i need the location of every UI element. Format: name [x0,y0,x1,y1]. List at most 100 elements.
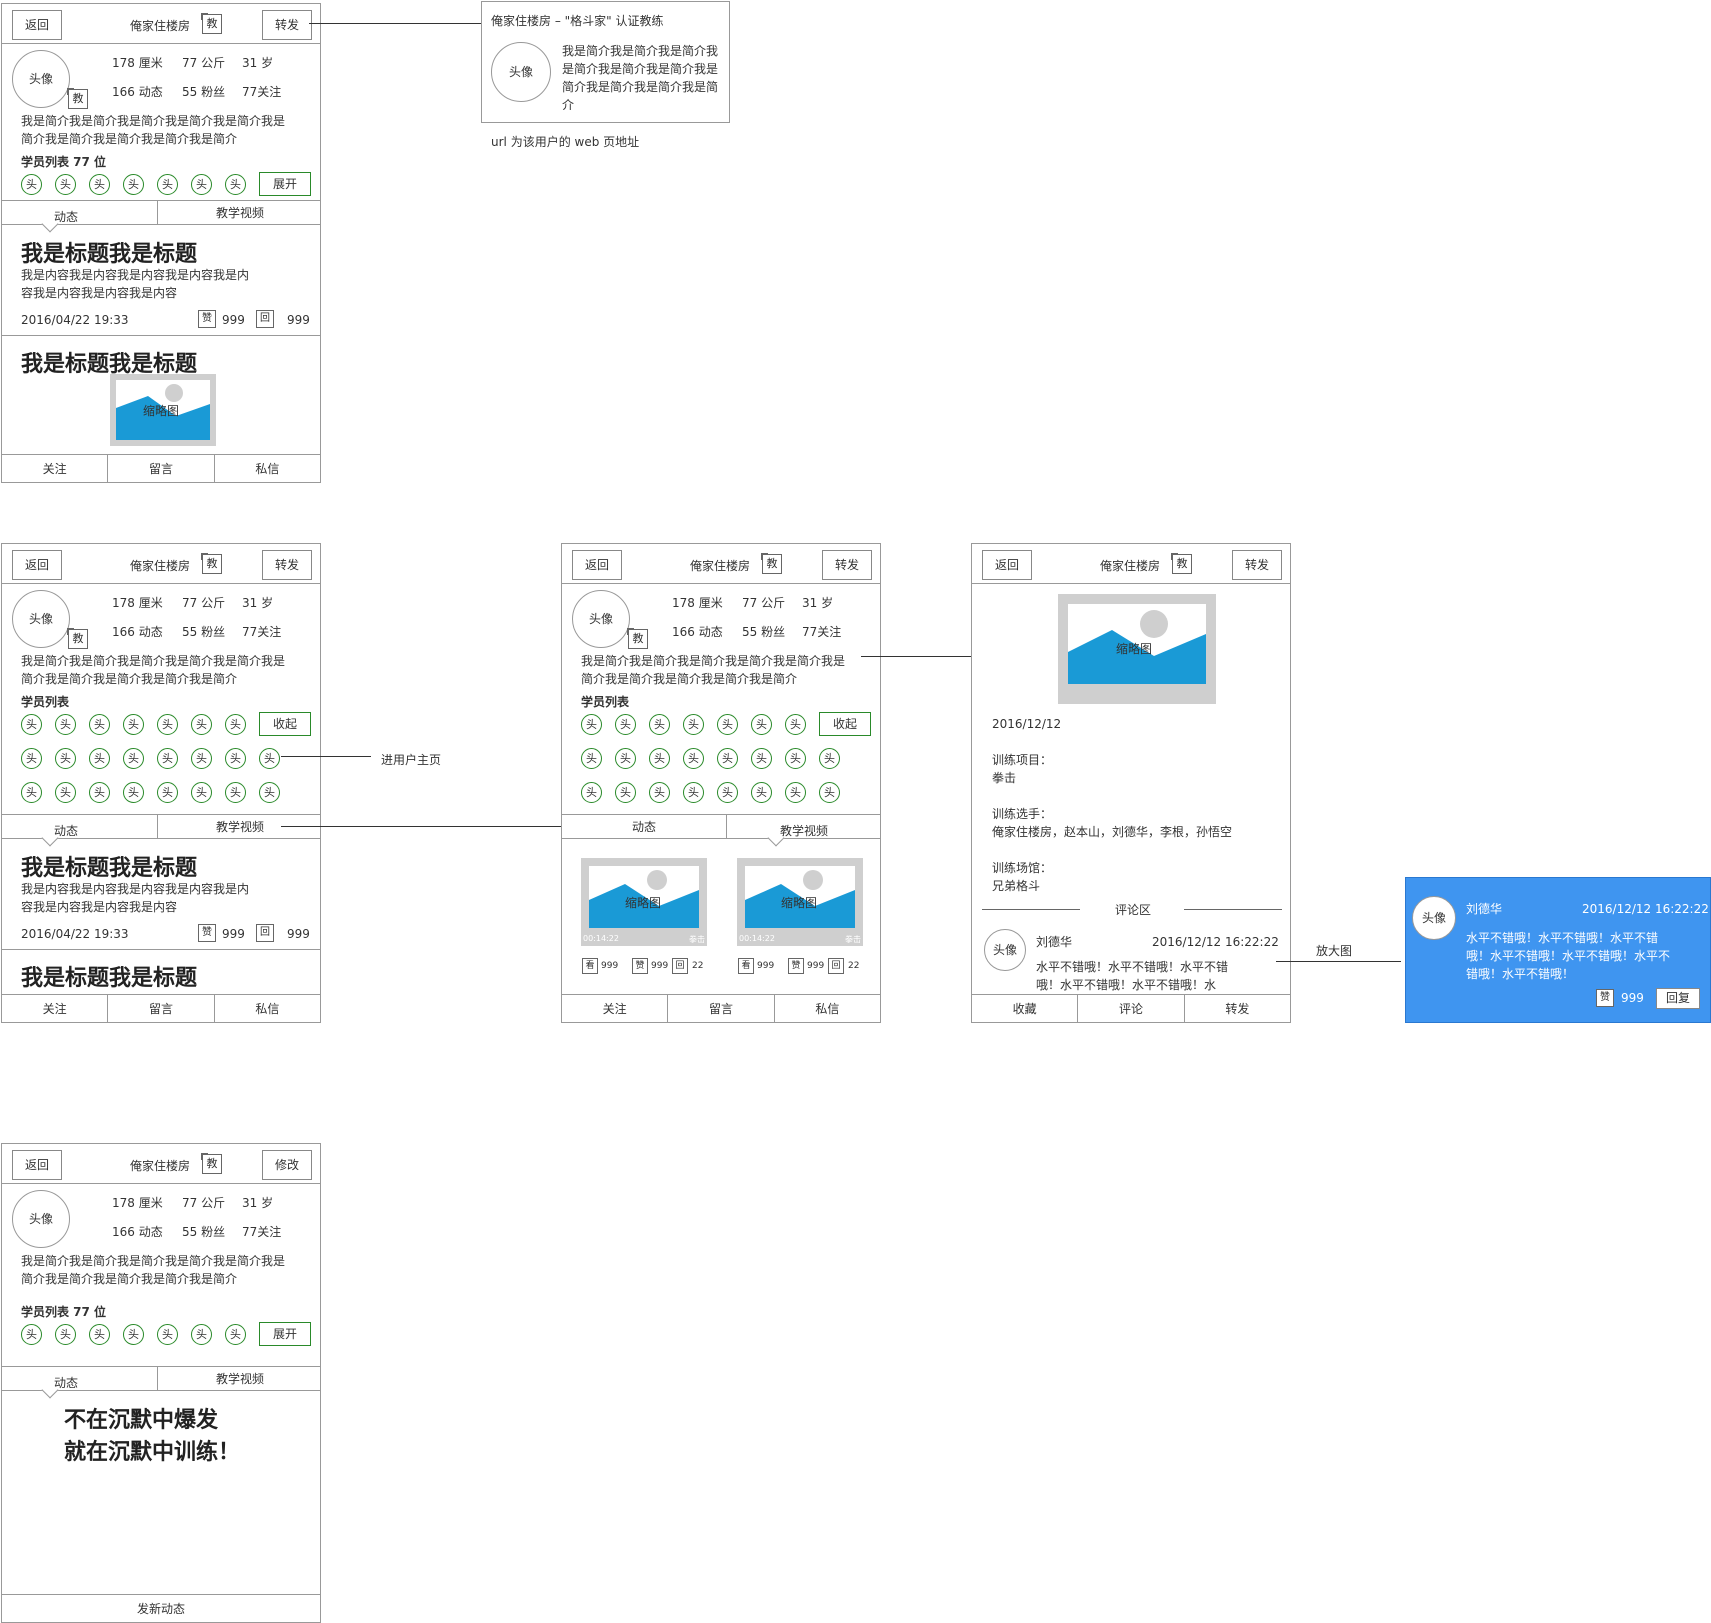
student-avatar[interactable]: 头 [89,1324,110,1345]
student-avatar[interactable]: 头 [259,782,280,803]
student-avatar[interactable]: 头 [785,748,806,769]
expand-button[interactable]: 展开 [259,1322,311,1346]
follows-stat[interactable]: 77关注 [242,1223,281,1241]
like-icon[interactable]: 赞 [788,958,804,974]
student-avatar[interactable]: 头 [55,748,76,769]
student-avatar[interactable]: 头 [157,782,178,803]
student-avatar[interactable]: 头 [615,714,636,735]
student-avatar[interactable]: 头 [191,714,212,735]
post-title[interactable]: 我是标题我是标题 [21,960,197,992]
student-avatar[interactable]: 头 [191,782,212,803]
forward-button[interactable]: 转发 [822,550,872,580]
student-avatar[interactable]: 头 [191,748,212,769]
student-avatar[interactable]: 头 [581,782,602,803]
expand-button[interactable]: 展开 [259,172,311,196]
student-avatar[interactable]: 头 [649,748,670,769]
student-avatar[interactable]: 头 [615,782,636,803]
student-avatar[interactable]: 头 [649,714,670,735]
student-avatar[interactable]: 头 [157,174,178,195]
student-avatar[interactable]: 头 [751,714,772,735]
student-avatar[interactable]: 头 [751,748,772,769]
message-button[interactable]: 留言 [108,995,215,1022]
private-message-button[interactable]: 私信 [215,995,320,1022]
follow-button[interactable]: 关注 [2,455,109,482]
reply-icon[interactable]: 回 [828,958,844,974]
like-icon[interactable]: 赞 [1596,989,1614,1007]
post-title[interactable]: 我是标题我是标题 [21,236,197,268]
student-avatar[interactable]: 头 [89,174,110,195]
student-avatar[interactable]: 头 [21,1324,42,1345]
student-avatar[interactable]: 头 [819,748,840,769]
student-avatar[interactable]: 头 [89,748,110,769]
message-button[interactable]: 留言 [668,995,775,1022]
collapse-button[interactable]: 收起 [819,712,871,736]
student-avatar[interactable]: 头 [157,748,178,769]
follow-button[interactable]: 关注 [2,995,109,1022]
reply-icon[interactable]: 回 [256,310,274,328]
student-avatar[interactable]: 头 [89,782,110,803]
tab-dynamic[interactable]: 动态 [2,822,130,839]
posts-stat[interactable]: 166 动态 [112,623,163,641]
back-button[interactable]: 返回 [12,550,62,580]
detail-image[interactable]: 缩略图 [1058,594,1216,704]
tab-dynamic[interactable]: 动态 [2,208,130,225]
tab-dynamic[interactable]: 动态 [562,818,726,835]
student-avatar[interactable]: 头 [581,748,602,769]
student-avatar[interactable]: 头 [55,782,76,803]
thumbnail-image[interactable]: 缩略图 [110,374,216,446]
student-avatar[interactable]: 头 [21,782,42,803]
message-button[interactable]: 留言 [108,455,215,482]
student-avatar[interactable]: 头 [123,174,144,195]
back-button[interactable]: 返回 [12,10,62,40]
student-avatar[interactable]: 头 [225,748,246,769]
student-avatar[interactable]: 头 [157,1324,178,1345]
fans-stat[interactable]: 55 粉丝 [742,623,785,641]
follows-stat[interactable]: 77关注 [802,623,841,641]
fans-stat[interactable]: 55 粉丝 [182,83,225,101]
student-avatar[interactable]: 头 [157,714,178,735]
student-avatar[interactable]: 头 [683,782,704,803]
student-avatar[interactable]: 头 [683,714,704,735]
student-avatar[interactable]: 头 [55,1324,76,1345]
new-post-button[interactable]: 发新动态 [2,1595,320,1622]
student-avatar[interactable]: 头 [89,714,110,735]
student-avatar[interactable]: 头 [191,174,212,195]
student-avatar[interactable]: 头 [717,782,738,803]
like-icon[interactable]: 赞 [198,924,216,942]
tab-video[interactable]: 教学视频 [726,822,880,839]
video-thumbnail[interactable]: 缩略图 00:14:22 拳击 [737,858,863,946]
forward-button[interactable]: 转发 [1232,550,1282,580]
student-avatar[interactable]: 头 [225,714,246,735]
posts-stat[interactable]: 166 动态 [672,623,723,641]
student-avatar[interactable]: 头 [225,1324,246,1345]
avatar[interactable]: 头像 [572,590,630,648]
student-avatar[interactable]: 头 [123,1324,144,1345]
avatar[interactable]: 头像 [12,50,70,108]
video-thumbnail[interactable]: 缩略图 00:14:22 拳击 [581,858,707,946]
avatar[interactable]: 头像 [12,1190,70,1248]
collect-button[interactable]: 收藏 [972,995,1079,1022]
student-avatar[interactable]: 头 [123,748,144,769]
student-avatar[interactable]: 头 [785,782,806,803]
student-avatar[interactable]: 头 [259,748,280,769]
edit-button[interactable]: 修改 [262,1150,312,1180]
student-avatar[interactable]: 头 [751,782,772,803]
back-button[interactable]: 返回 [12,1150,62,1180]
private-message-button[interactable]: 私信 [215,455,320,482]
student-avatar[interactable]: 头 [649,782,670,803]
tab-video[interactable]: 教学视频 [158,1370,320,1387]
student-avatar[interactable]: 头 [21,174,42,195]
reply-icon[interactable]: 回 [672,958,688,974]
posts-stat[interactable]: 166 动态 [112,83,163,101]
student-avatar[interactable]: 头 [819,782,840,803]
student-avatar[interactable]: 头 [785,714,806,735]
student-avatar[interactable]: 头 [55,174,76,195]
collapse-button[interactable]: 收起 [259,712,311,736]
tab-dynamic[interactable]: 动态 [2,1374,130,1391]
fans-stat[interactable]: 55 粉丝 [182,623,225,641]
commenter-avatar[interactable]: 头像 [1412,896,1456,940]
private-message-button[interactable]: 私信 [775,995,880,1022]
like-icon[interactable]: 赞 [632,958,648,974]
student-avatar[interactable]: 头 [225,782,246,803]
student-avatar[interactable]: 头 [581,714,602,735]
